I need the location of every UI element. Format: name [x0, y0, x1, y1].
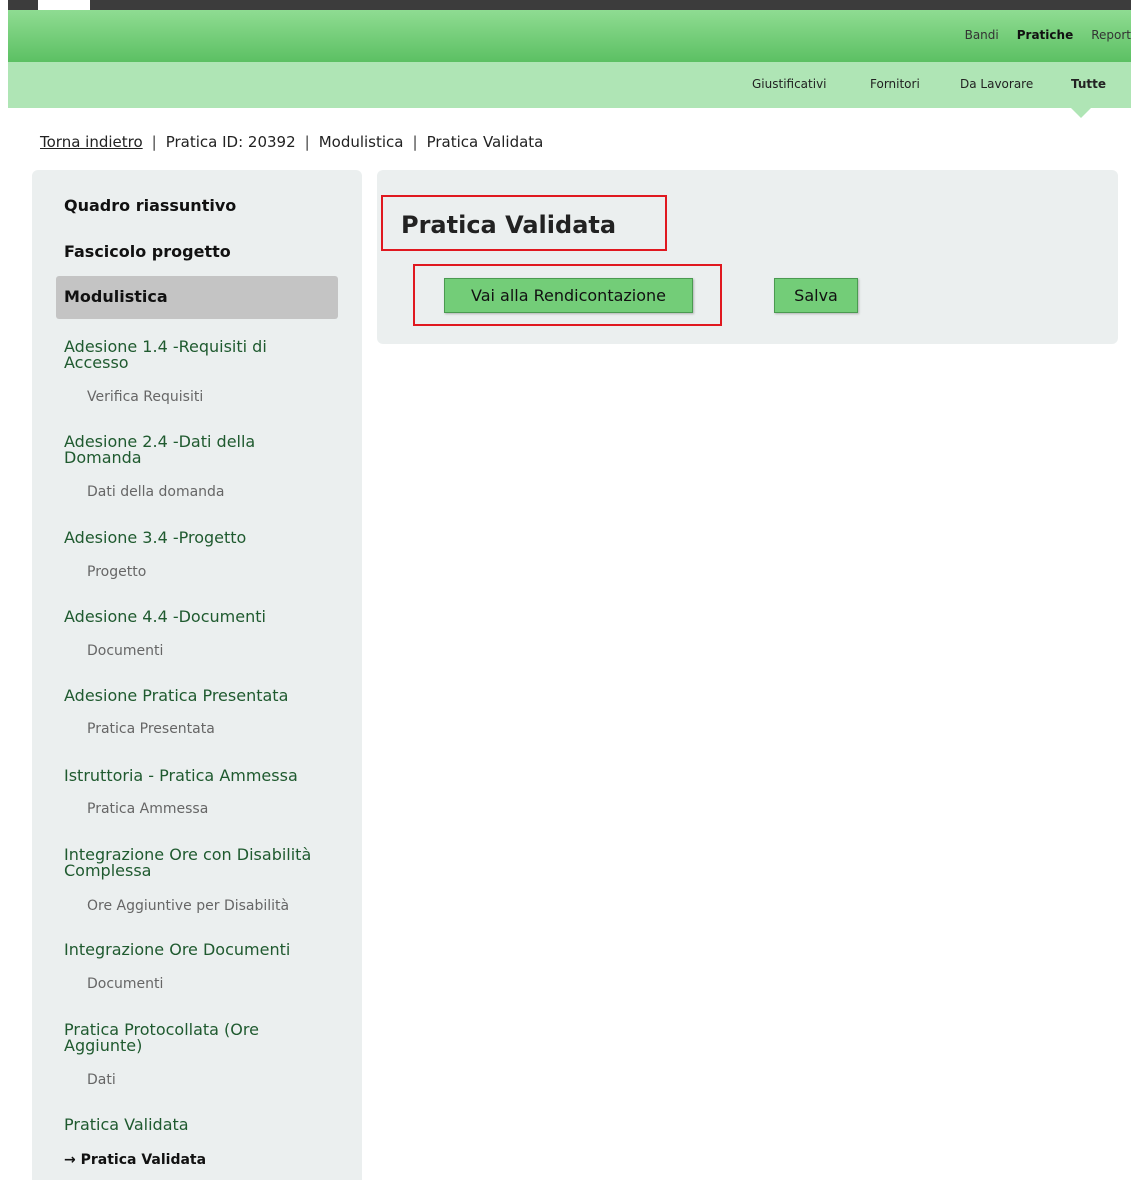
breadcrumb-separator: |: [412, 133, 418, 151]
sidebar-section-pratica-presentata[interactable]: Adesione Pratica Presentata: [64, 688, 288, 704]
vai-alla-rendicontazione-button[interactable]: Vai alla Rendicontazione: [444, 278, 693, 313]
sidebar-current-label: Pratica Validata: [80, 1152, 207, 1168]
subnav-item-tutte[interactable]: Tutte: [1071, 77, 1106, 91]
active-tab-caret: [1071, 108, 1091, 118]
sidebar-subitem-ore-aggiuntive[interactable]: Ore Aggiuntive per Disabilità: [87, 898, 289, 914]
sidebar-subitem-pratica-ammessa[interactable]: Pratica Ammessa: [87, 801, 208, 817]
breadcrumb-separator: |: [304, 133, 310, 151]
sidebar-subitem-verifica-requisiti[interactable]: Verifica Requisiti: [87, 389, 203, 405]
page-title: Pratica Validata: [401, 211, 617, 239]
sidebar-subitem-documenti[interactable]: Documenti: [87, 643, 163, 659]
sidebar-item-modulistica[interactable]: Modulistica: [56, 276, 338, 319]
sidebar-section-istruttoria[interactable]: Istruttoria - Pratica Ammessa: [64, 768, 298, 784]
sidebar-section-adesione-1[interactable]: Adesione 1.4 -Requisiti di Accesso: [64, 339, 334, 371]
nav-item-pratiche[interactable]: Pratiche: [1017, 28, 1073, 42]
save-button[interactable]: Salva: [774, 278, 858, 313]
breadcrumb-section: Modulistica: [318, 133, 404, 151]
subnav-item-giustificativi[interactable]: Giustificativi: [752, 77, 827, 91]
top-strip-tab: [38, 0, 90, 10]
arrow-right-icon: →: [64, 1152, 76, 1168]
sidebar-subitem-progetto[interactable]: Progetto: [87, 564, 146, 580]
back-link[interactable]: Torna indietro: [40, 133, 143, 151]
nav-item-report[interactable]: Report: [1091, 28, 1131, 42]
sidebar-section-integrazione-ore[interactable]: Integrazione Ore con Disabilità Compless…: [64, 847, 334, 879]
breadcrumb-pratica-id: Pratica ID: 20392: [165, 133, 296, 151]
top-strip: [8, 0, 1131, 10]
top-nav: Bandi Pratiche Report: [947, 28, 1131, 42]
sub-header: Giustificativi Fornitori Da Lavorare Tut…: [8, 62, 1131, 108]
main-header: Bandi Pratiche Report: [8, 10, 1131, 62]
sidebar-section-pratica-protocollata[interactable]: Pratica Protocollata (Ore Aggiunte): [64, 1022, 334, 1054]
subnav-item-fornitori[interactable]: Fornitori: [870, 77, 920, 91]
sidebar-section-adesione-3[interactable]: Adesione 3.4 -Progetto: [64, 530, 246, 546]
sidebar-subitem-pratica-validata-current[interactable]: → Pratica Validata: [64, 1152, 206, 1168]
sidebar-subitem-dati[interactable]: Dati: [87, 1072, 116, 1088]
sidebar-subitem-dati-domanda[interactable]: Dati della domanda: [87, 484, 225, 500]
nav-item-bandi[interactable]: Bandi: [965, 28, 999, 42]
sidebar: Quadro riassuntivo Fascicolo progetto Mo…: [32, 170, 362, 1180]
sidebar-subitem-pratica-presentata[interactable]: Pratica Presentata: [87, 721, 215, 737]
sidebar-item-quadro-riassuntivo[interactable]: Quadro riassuntivo: [64, 196, 236, 215]
breadcrumb-current: Pratica Validata: [426, 133, 544, 151]
breadcrumb-separator: |: [151, 133, 157, 151]
sidebar-section-adesione-4[interactable]: Adesione 4.4 -Documenti: [64, 609, 266, 625]
breadcrumb: Torna indietro | Pratica ID: 20392 | Modulis…: [40, 133, 543, 151]
subnav-item-da-lavorare[interactable]: Da Lavorare: [960, 77, 1033, 91]
sidebar-section-pratica-validata[interactable]: Pratica Validata: [64, 1117, 189, 1133]
sidebar-section-integrazione-documenti[interactable]: Integrazione Ore Documenti: [64, 942, 290, 958]
sidebar-item-fascicolo-progetto[interactable]: Fascicolo progetto: [64, 242, 231, 261]
sidebar-section-adesione-2[interactable]: Adesione 2.4 -Dati della Domanda: [64, 434, 334, 466]
sidebar-subitem-documenti-2[interactable]: Documenti: [87, 976, 163, 992]
